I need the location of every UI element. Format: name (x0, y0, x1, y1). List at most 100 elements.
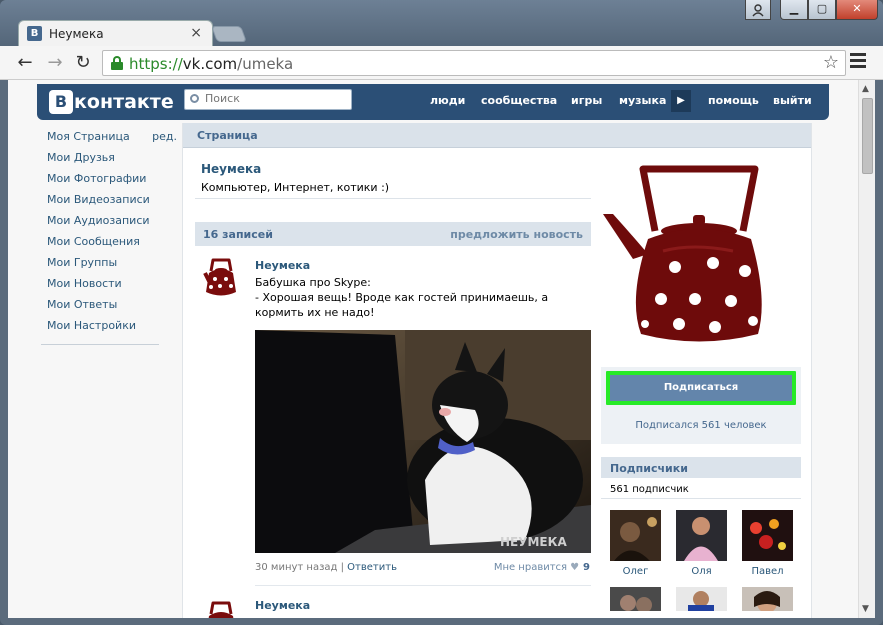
menu-my-news[interactable]: Мои Новости (47, 273, 177, 294)
nav-more-arrow-icon[interactable]: ▶ (671, 90, 691, 112)
vk-logo[interactable]: Вконтакте (49, 90, 174, 114)
subscriber-photo[interactable] (676, 587, 727, 611)
menu-my-settings[interactable]: Мои Настройки (47, 315, 177, 336)
subscriber-name[interactable]: Олег (610, 566, 661, 577)
subscriber-name[interactable]: Павел (742, 566, 793, 577)
wall-post-count[interactable]: 16 записей (203, 228, 273, 241)
url-text[interactable]: https://vk.com/umeka (129, 55, 293, 73)
nav-music[interactable]: музыка (619, 94, 666, 107)
divider (195, 198, 591, 199)
window-close-icon[interactable]: ✕ (836, 0, 878, 20)
subscriber-card[interactable]: Павел (742, 510, 793, 577)
post-photo-cat-laptop[interactable]: НЕУМЕКА (255, 330, 591, 553)
like-button[interactable]: Мне нравится ♥ 9 (494, 562, 590, 573)
new-tab-button[interactable] (211, 26, 247, 42)
subscribers-header[interactable]: Подписчики (601, 457, 801, 478)
profile-name: Неумека (201, 162, 262, 176)
address-bar[interactable]: https://vk.com/umeka ☆ (102, 50, 846, 76)
like-label: Мне нравится (493, 562, 568, 573)
post-text-line: - Хорошая вещь! Вроде как гостей принима… (255, 291, 549, 319)
url-scheme: https:// (129, 55, 183, 73)
scroll-up-icon[interactable]: ▲ (862, 84, 869, 94)
maximize-icon[interactable]: ▢ (808, 0, 836, 20)
subscriber-name[interactable]: Оля (676, 566, 727, 577)
post-text: Бабушка про Skype: - Хорошая вещь! Вроде… (255, 275, 585, 320)
nav-communities[interactable]: сообщества (481, 94, 557, 107)
profile-status: Компьютер, Интернет, котики :) (201, 181, 390, 194)
subscribers-title[interactable]: Подписчики (610, 462, 688, 475)
close-icon[interactable]: × (190, 25, 202, 41)
menu-my-groups[interactable]: Мои Группы (47, 252, 177, 273)
subscriber-card[interactable] (610, 587, 661, 611)
nav-logout[interactable]: выйти (773, 94, 812, 107)
back-arrow-icon[interactable]: ← (14, 52, 36, 74)
vk-header: Вконтакте люди сообщества игры музыка ▶ … (37, 84, 829, 120)
subscriber-card[interactable] (742, 587, 793, 611)
reload-icon[interactable]: ↻ (72, 52, 94, 74)
star-icon[interactable]: ☆ (823, 52, 839, 73)
nav-people[interactable]: люди (430, 94, 465, 107)
reply-link[interactable]: Ответить (347, 562, 397, 573)
suggest-news-link[interactable]: предложить новость (450, 228, 583, 241)
post-text-line: Бабушка про Skype: (255, 276, 371, 289)
subscribers-count: 561 подписчик (610, 484, 689, 495)
menu-my-messages[interactable]: Мои Сообщения (47, 231, 177, 252)
vertical-scrollbar[interactable]: ▲ ▼ (858, 80, 875, 618)
menu-my-photos[interactable]: Мои Фотографии (47, 168, 177, 189)
divider (255, 585, 591, 586)
post-author[interactable]: Неумека (255, 599, 310, 612)
title-bar: В Неумека × ▁ ▢ ✕ (0, 0, 883, 46)
edit-link[interactable]: ред. (152, 126, 177, 147)
menu-item-label[interactable]: Моя Страница (47, 130, 130, 143)
menu-icon[interactable] (850, 53, 866, 71)
post-author[interactable]: Неумека (255, 259, 310, 272)
menu-my-answers[interactable]: Мои Ответы (47, 294, 177, 315)
browser-window: В Неумека × ▁ ▢ ✕ ← → ↻ https://vk.com/u… (0, 0, 883, 625)
subscriber-photo[interactable] (676, 510, 727, 561)
post-meta: 30 минут назад | Ответить (255, 562, 397, 573)
page-header-title: Страница (197, 129, 258, 142)
subscriber-card[interactable]: Олег (610, 510, 661, 577)
post-time[interactable]: 30 минут назад (255, 562, 337, 573)
user-icon[interactable] (745, 0, 771, 20)
page-content: Страница Неумека Компьютер, Интернет, ко… (182, 123, 812, 618)
subscriber-card[interactable]: Оля (676, 510, 727, 577)
menu-my-friends[interactable]: Мои Друзья (47, 147, 177, 168)
forward-arrow-icon[interactable]: → (44, 52, 66, 74)
nav-games[interactable]: игры (571, 94, 602, 107)
menu-my-videos[interactable]: Мои Видеозаписи (47, 189, 177, 210)
scroll-down-icon[interactable]: ▼ (862, 604, 869, 614)
subscriber-photo[interactable] (742, 510, 793, 561)
scroll-thumb[interactable] (862, 98, 873, 174)
search-input[interactable] (205, 92, 345, 105)
minimize-icon[interactable]: ▁ (780, 0, 808, 20)
search-icon (190, 94, 199, 103)
menu-my-page[interactable]: Моя Страница ред. (47, 126, 177, 147)
browser-toolbar: ← → ↻ https://vk.com/umeka ☆ (0, 46, 883, 80)
subscribe-button[interactable]: Подписаться (606, 371, 796, 405)
profile-avatar-teapot-icon[interactable] (603, 159, 803, 354)
divider (601, 498, 801, 499)
vk-favicon-icon: В (27, 26, 42, 41)
post-avatar-teapot-icon[interactable] (199, 257, 243, 301)
url-host: vk.com (182, 55, 238, 73)
vk-logo-text: контакте (74, 91, 174, 113)
subscriber-photo[interactable] (610, 510, 661, 561)
wall-header: 16 записей предложить новость (195, 222, 591, 246)
search-box[interactable] (184, 89, 352, 110)
subscriber-photo[interactable] (742, 587, 793, 611)
left-menu: Моя Страница ред. Мои Друзья Мои Фотограф… (41, 126, 177, 345)
nav-help[interactable]: помощь (708, 94, 759, 107)
subscribed-count: Подписался 561 человек (635, 420, 767, 431)
browser-tab[interactable]: В Неумека × (18, 20, 213, 46)
subscriber-card[interactable] (676, 587, 727, 611)
post-avatar-teapot-icon[interactable] (199, 600, 243, 618)
lock-icon (111, 56, 123, 70)
vk-logo-letter: В (49, 90, 73, 114)
url-path: /umeka (237, 55, 294, 73)
subscriber-photo[interactable] (610, 587, 661, 611)
menu-my-audio[interactable]: Мои Аудиозаписи (47, 210, 177, 231)
like-count: 9 (583, 562, 590, 573)
page-viewport: Вконтакте люди сообщества игры музыка ▶ … (8, 80, 875, 618)
tab-title: Неумека (49, 27, 104, 41)
